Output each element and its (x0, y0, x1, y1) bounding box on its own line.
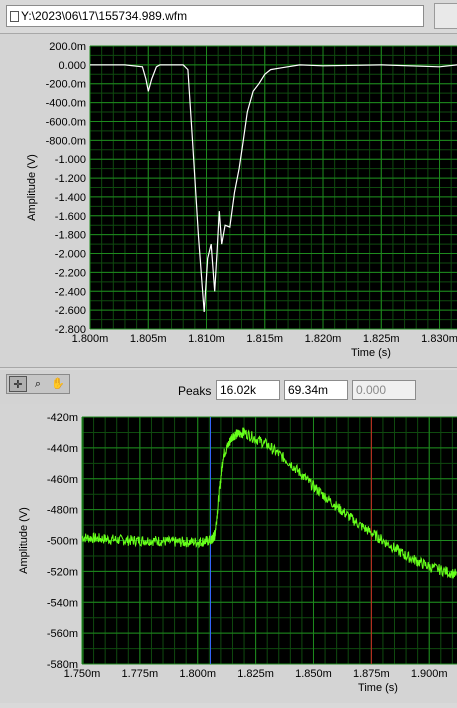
file-path-field[interactable]: Y:\2023\06\17\155734.989.wfm (6, 5, 424, 27)
peak-value-1[interactable]: 16.02k (216, 380, 280, 400)
y-tick-label: 200.0m (49, 41, 86, 53)
bottom-graph-svg: 1.750m 1.775m 1.800m 1.825m 1.850m 1.875m 1.90… (18, 412, 457, 694)
y-tick-label: -420m (47, 412, 78, 424)
x-tick-label: 1.805m (130, 333, 167, 345)
y-tick-label: -2.400 (55, 286, 86, 298)
x-tick-label: 1.830m (421, 333, 457, 345)
top-graph-svg: 1.800m 1.805m 1.810m 1.815m 1.820m 1.825m 1.83… (26, 41, 457, 359)
y-tick-label: -440m (47, 443, 78, 455)
x-tick-label: 1.815m (246, 333, 283, 345)
y-tick-label: -200.0m (46, 79, 86, 91)
y-tick-label: -400.0m (46, 98, 86, 110)
y-tick-label: -480m (47, 505, 78, 517)
x-tick-label: 1.775m (122, 668, 159, 680)
y-tick-label: -2.600 (55, 305, 86, 317)
top-waveform-graph: 1.800m 1.805m 1.810m 1.815m 1.820m 1.825m 1.83… (0, 33, 457, 368)
y-tick-label: -580m (47, 659, 78, 671)
y-tick-label: -800.0m (46, 135, 86, 147)
y-tick-label: -2.800 (55, 324, 86, 336)
x-axis-label: Time (s) (358, 682, 398, 694)
x-tick-label: 1.875m (353, 668, 390, 680)
hand-pan-icon[interactable]: ✋ (49, 376, 67, 392)
peaks-label: Peaks (178, 384, 212, 398)
x-axis-label: Time (s) (351, 347, 391, 359)
x-tick-label: 1.825m (363, 333, 400, 345)
file-path-text: Y:\2023\06\17\155734.989.wfm (21, 9, 188, 23)
y-tick-label: 0.000 (58, 60, 86, 72)
graph-palette: ✛ ⌕ ✋ (6, 374, 70, 394)
file-icon (10, 11, 19, 22)
x-tick-label: 1.820m (305, 333, 342, 345)
y-tick-label: -1.600 (55, 211, 86, 223)
y-tick-label: -1.800 (55, 230, 86, 242)
y-tick-label: -600.0m (46, 116, 86, 128)
y-axis-label: Amplitude (V) (18, 507, 30, 574)
y-tick-label: -500m (47, 536, 78, 548)
y-tick-label: -560m (47, 628, 78, 640)
x-tick-label: 1.810m (188, 333, 225, 345)
y-tick-label: -1.200 (55, 173, 86, 185)
y-tick-label: -520m (47, 566, 78, 578)
y-tick-label: -1.400 (55, 192, 86, 204)
crosshair-cursor-icon[interactable]: ✛ (9, 376, 27, 392)
browse-button[interactable] (434, 3, 457, 29)
x-tick-label: 1.825m (237, 668, 274, 680)
y-tick-label: -2.000 (55, 249, 86, 261)
y-tick-label: -1.000 (55, 154, 86, 166)
peak-value-3: 0.000 (352, 380, 416, 400)
bottom-waveform-graph: 1.750m 1.775m 1.800m 1.825m 1.850m 1.875m 1.90… (0, 404, 457, 703)
y-tick-label: -2.200 (55, 267, 86, 279)
x-tick-label: 1.900m (411, 668, 448, 680)
peak-value-2[interactable]: 69.34m (284, 380, 348, 400)
zoom-icon[interactable]: ⌕ (29, 376, 47, 392)
y-axis-label: Amplitude (V) (26, 154, 38, 221)
y-tick-label: -540m (47, 597, 78, 609)
x-tick-label: 1.800m (179, 668, 216, 680)
y-tick-label: -460m (47, 474, 78, 486)
x-tick-label: 1.850m (295, 668, 332, 680)
